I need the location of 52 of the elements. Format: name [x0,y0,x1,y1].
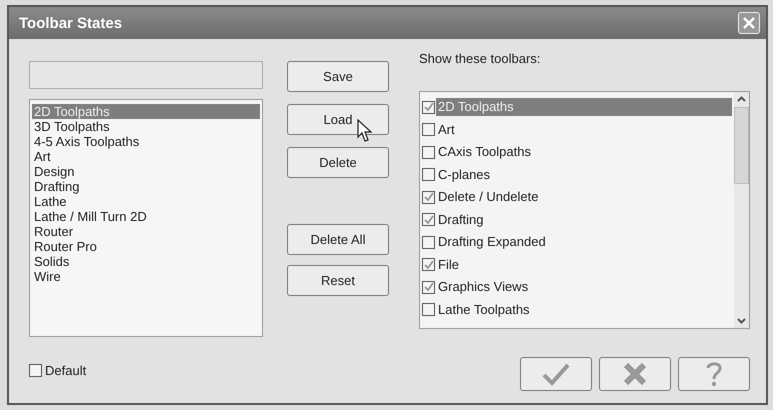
ok-button[interactable] [520,357,592,391]
list-item[interactable]: CAxis Toolpaths [436,143,533,162]
list-item[interactable]: Solids [32,254,260,269]
checkbox[interactable] [422,168,435,182]
checkbox[interactable] [422,280,435,294]
list-item[interactable]: Lathe [32,194,260,209]
list-item[interactable]: Art [436,120,457,139]
close-button[interactable] [738,12,760,34]
list-item[interactable]: Delete / Undelete [436,188,540,206]
scrollbar[interactable] [734,92,749,328]
list-label: Show these toolbars: [419,51,542,68]
list-item[interactable]: Lathe / Mill Turn 2D [32,209,260,224]
checkbox[interactable] [422,236,435,249]
checkbox[interactable] [422,303,435,316]
action-button[interactable]: Delete All [287,224,389,255]
list-item[interactable]: Drafting [32,179,260,194]
list-item[interactable]: 2D Toolpaths [32,104,260,119]
close-icon [742,16,756,30]
name-field[interactable] [29,61,263,89]
checkbox[interactable] [422,100,435,114]
list-item[interactable]: Router [32,224,260,239]
window-title: Toolbar States [19,14,122,32]
list-item[interactable]: 2D Toolpaths [436,98,732,116]
action-button[interactable]: Delete [287,147,389,178]
list-item[interactable]: 3D Toolpaths [32,119,260,134]
list-item[interactable]: Drafting Expanded [436,233,548,252]
list-item[interactable]: Lathe Toolpaths [436,300,532,319]
list-item[interactable]: Design [32,164,260,179]
checkbox[interactable] [422,146,435,159]
checkmark-icon [541,362,571,386]
list-item[interactable]: 4-5 Axis Toolpaths [32,134,260,149]
list-item[interactable]: File [436,256,461,274]
checkbox[interactable] [422,258,435,272]
mouse-pointer-icon [357,119,373,143]
list-item[interactable]: Wire [32,269,260,284]
list-item[interactable]: Router Pro [32,239,260,254]
question-mark-icon [704,360,724,388]
cancel-button[interactable] [599,357,671,391]
list-item[interactable]: Graphics Views [436,278,530,296]
help-button[interactable] [678,357,750,391]
list-item[interactable]: Drafting [436,210,486,229]
checkbox[interactable] [422,190,435,204]
list-item[interactable]: C-planes [436,166,492,184]
checkbox[interactable] [422,213,435,226]
cross-icon [622,362,648,386]
action-button[interactable]: Reset [287,265,389,296]
action-button[interactable]: Save [287,61,389,92]
checkbox-label: Default [45,363,86,378]
list-item[interactable]: Art [32,149,260,164]
checkbox[interactable] [422,123,435,136]
action-button[interactable]: Load [287,104,389,135]
checkbox[interactable] [29,364,42,377]
